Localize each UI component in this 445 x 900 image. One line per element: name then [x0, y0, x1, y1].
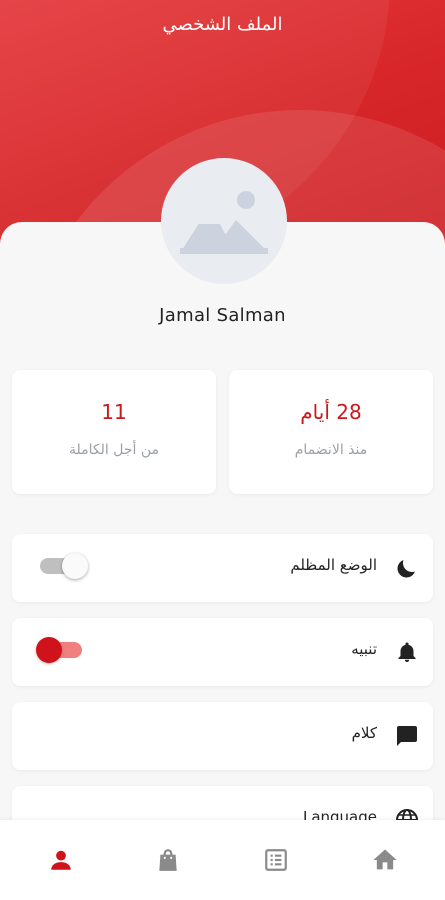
home-icon — [373, 849, 397, 870]
page-title: الملف الشخصي — [162, 14, 283, 35]
stat-value: 28 أيام — [300, 400, 362, 424]
stat-label: منذ الانضمام — [294, 442, 368, 458]
dark-mode-toggle[interactable] — [40, 553, 88, 579]
moon-icon — [397, 560, 415, 578]
setting-label: تنبيه — [351, 640, 377, 658]
avatar[interactable] — [161, 158, 287, 284]
nav-home[interactable] — [371, 846, 399, 874]
nav-profile[interactable] — [47, 846, 75, 874]
chat-icon — [397, 726, 417, 746]
toggle-knob — [36, 637, 62, 663]
setting-dark-mode[interactable]: الوضع المظلم — [12, 534, 433, 602]
profile-icon — [51, 850, 71, 870]
stat-card-joined: 28 أيام منذ الانضمام — [229, 370, 433, 494]
bottom-navigation — [0, 820, 445, 900]
setting-chat[interactable]: كلام — [12, 702, 433, 770]
stat-label: من أجل الكاملة — [69, 442, 159, 458]
notification-toggle[interactable] — [36, 637, 82, 663]
user-name: Jamal Salman — [159, 305, 286, 326]
setting-notification[interactable]: تنبيه — [12, 618, 433, 686]
stat-card-completed: 11 من أجل الكاملة — [12, 370, 216, 494]
orders-list-icon — [265, 849, 287, 871]
toggle-knob — [62, 553, 88, 579]
setting-label: الوضع المظلم — [290, 556, 377, 574]
nav-orders[interactable] — [262, 846, 290, 874]
stat-value: 11 — [101, 400, 127, 424]
setting-label: كلام — [351, 724, 377, 742]
shopping-bag-icon — [159, 849, 177, 871]
bell-icon — [398, 642, 416, 662]
nav-shop[interactable] — [154, 846, 182, 874]
image-placeholder-icon — [180, 191, 268, 254]
